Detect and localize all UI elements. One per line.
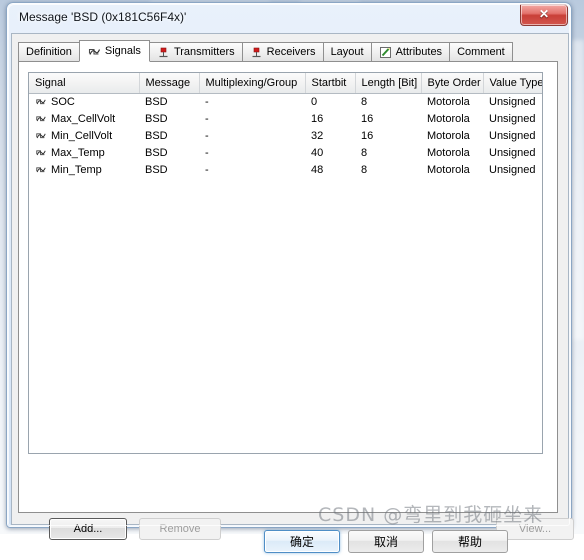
cell-value-type: Unsigned [489,95,536,108]
signals-tab-panel: Signal Message Multiplexing/Group Startb… [18,61,574,540]
cell-byte-order: Motorola [427,163,470,176]
table-row[interactable]: Max_Temp BSD - 40 8 Motorola Unsigned [29,144,542,161]
tab-label: Layout [330,46,364,58]
cell-multiplexing: - [205,129,209,142]
tab-receivers[interactable]: Receivers [241,42,324,62]
cell-multiplexing: - [205,95,209,108]
cancel-button-label: 取消 [373,535,398,549]
pencil-icon [379,46,392,59]
cell-signal: Max_CellVolt [29,110,139,127]
table-header-row: Signal Message Multiplexing/Group Startb… [29,73,542,94]
dialog-client-area: Definition Signals Transmitters Receiver… [11,33,574,553]
dialog-footer: 确定 取消 帮助 [12,526,570,560]
signal-name: Min_CellVolt [51,129,113,142]
cancel-button[interactable]: 取消 [348,530,424,553]
cell-length: 16 [361,129,374,142]
cell-multiplexing: - [205,146,209,159]
table-row[interactable]: SOC BSD - 0 8 Motorola Unsigned [29,93,542,110]
column-header-byte-order[interactable]: Byte Order [421,73,484,94]
table-row[interactable]: Max_CellVolt BSD - 16 16 Motorola Unsign… [29,110,542,127]
tab-comment[interactable]: Comment [449,42,513,62]
cell-message: BSD [145,146,168,159]
table-row[interactable]: Min_Temp BSD - 48 8 Motorola Unsigned [29,161,542,178]
tab-transmitters[interactable]: Transmitters [148,42,243,62]
cell-multiplexing: - [205,112,209,125]
cell-signal: Min_Temp [29,161,139,178]
tab-label: Comment [457,46,505,58]
waveform-icon [35,113,47,124]
cell-length: 8 [361,163,368,176]
close-icon: ✕ [538,7,550,21]
help-button[interactable]: 帮助 [432,530,508,553]
signal-table: Signal Message Multiplexing/Group Startb… [29,73,542,178]
waveform-icon [35,164,47,175]
waveform-icon [88,45,101,58]
tab-label: Signals [104,45,141,57]
waveform-icon [35,96,47,107]
cell-value-type: Unsigned [489,112,536,125]
column-header-signal[interactable]: Signal [29,73,140,94]
cell-value-type: Unsigned [489,129,536,142]
column-header-value-type[interactable]: Value Type [483,73,542,94]
cell-byte-order: Motorola [427,129,470,142]
cell-startbit: 32 [311,129,324,142]
cell-message: BSD [145,163,168,176]
column-header-message[interactable]: Message [139,73,200,94]
signal-name: Max_CellVolt [51,112,116,125]
cell-signal: Min_CellVolt [29,127,139,144]
message-dialog-window: Message 'BSD (0x181C56F4x)' ✕ Definition… [6,2,574,553]
node-icon [157,46,170,59]
close-button[interactable]: ✕ [520,4,568,26]
cell-length: 8 [361,95,368,108]
cell-startbit: 40 [311,146,324,159]
cell-byte-order: Motorola [427,95,470,108]
ok-button[interactable]: 确定 [264,530,340,553]
node-icon [250,46,263,59]
column-header-startbit[interactable]: Startbit [305,73,356,94]
cell-value-type: Unsigned [489,163,536,176]
cell-byte-order: Motorola [427,112,470,125]
cell-length: 16 [361,112,374,125]
ok-button-label: 确定 [289,535,314,549]
title-bar[interactable]: Message 'BSD (0x181C56F4x)' ✕ [7,3,573,33]
column-header-multiplexing[interactable]: Multiplexing/Group [199,73,306,94]
signal-grid[interactable]: Signal Message Multiplexing/Group Startb… [28,72,543,454]
cell-startbit: 48 [311,163,324,176]
cell-signal: SOC [29,93,139,110]
signal-name: SOC [51,95,75,108]
cell-value-type: Unsigned [489,146,536,159]
column-header-length[interactable]: Length [Bit] [355,73,422,94]
tab-strip: Definition Signals Transmitters Receiver… [18,40,558,62]
waveform-icon [35,147,47,158]
tab-label: Definition [26,46,72,58]
signal-name: Max_Temp [51,146,105,159]
cell-multiplexing: - [205,163,209,176]
tab-layout[interactable]: Layout [322,42,372,62]
cell-message: BSD [145,129,168,142]
window-title: Message 'BSD (0x181C56F4x)' [19,10,187,24]
table-row[interactable]: Min_CellVolt BSD - 32 16 Motorola Unsign… [29,127,542,144]
tab-signals[interactable]: Signals [78,40,150,62]
cell-startbit: 0 [311,95,318,108]
tab-label: Attributes [395,46,443,58]
cell-message: BSD [145,95,168,108]
waveform-icon [35,130,47,141]
signal-name: Min_Temp [51,163,102,176]
cell-signal: Max_Temp [29,144,139,161]
help-button-label: 帮助 [457,535,482,549]
tab-label: Transmitters [173,46,235,58]
tab-definition[interactable]: Definition [18,42,80,62]
cell-message: BSD [145,112,168,125]
cell-byte-order: Motorola [427,146,470,159]
cell-length: 8 [361,146,368,159]
tab-label: Receivers [266,46,316,58]
tab-attributes[interactable]: Attributes [370,42,451,62]
cell-startbit: 16 [311,112,324,125]
